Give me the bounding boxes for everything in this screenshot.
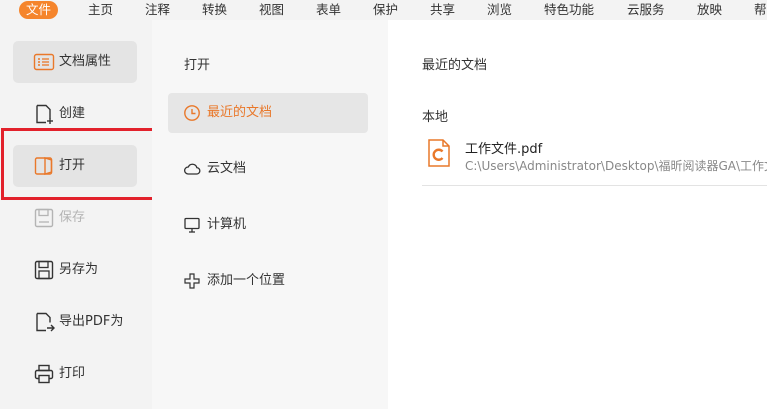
nav-document-properties[interactable]: 文档属性 [13, 41, 137, 83]
cloud-icon [184, 163, 201, 175]
highlight-annotation-box [1, 128, 163, 200]
menu-home[interactable]: 主页 [88, 0, 113, 20]
menu-bar: 文件 主页 注释 转换 视图 表单 保护 共享 浏览 特色功能 云服务 放映 帮 [0, 0, 767, 20]
save-as-icon [34, 260, 54, 280]
nav-export-pdf[interactable]: 导出PDF为 [13, 301, 137, 343]
document-properties-icon [33, 53, 55, 71]
menu-help[interactable]: 帮 [754, 0, 767, 20]
location-recent[interactable]: 最近的文档 [168, 93, 368, 133]
recent-documents-panel: 最近的文档 本地 工作文件.pdf C:\Users\Administrator… [388, 20, 767, 409]
location-computer[interactable]: 计算机 [168, 205, 368, 245]
content-title: 最近的文档 [422, 58, 488, 73]
printer-icon [34, 364, 54, 384]
create-document-icon [36, 104, 53, 124]
plus-icon [184, 273, 200, 289]
file-path: C:\Users\Administrator\Desktop\福昕阅读器GA\工… [465, 159, 767, 173]
location-add[interactable]: 添加一个位置 [168, 261, 368, 301]
pdf-file-icon [428, 139, 450, 167]
panel-title: 打开 [184, 58, 211, 73]
export-pdf-icon [36, 312, 55, 332]
menu-slideshow[interactable]: 放映 [697, 0, 722, 20]
nav-print[interactable]: 打印 [13, 353, 137, 395]
menu-view[interactable]: 视图 [259, 0, 284, 20]
nav-label: 文档属性 [59, 54, 112, 69]
menu-protect[interactable]: 保护 [373, 0, 398, 20]
nav-label: 打印 [59, 366, 86, 381]
location-label: 最近的文档 [207, 105, 273, 120]
monitor-icon [184, 217, 200, 233]
location-label: 云文档 [207, 161, 247, 176]
section-label-local: 本地 [422, 110, 449, 125]
menu-convert[interactable]: 转换 [202, 0, 227, 20]
save-icon [34, 208, 54, 228]
menu-browse[interactable]: 浏览 [487, 0, 512, 20]
location-label: 添加一个位置 [207, 273, 286, 288]
file-menu-sidebar: 文档属性 创建 打开 保存 另存为 导出PDF为 打印 [0, 20, 152, 409]
location-cloud[interactable]: 云文档 [168, 149, 368, 189]
recent-file-row[interactable]: 工作文件.pdf C:\Users\Administrator\Desktop\… [422, 130, 767, 186]
file-name: 工作文件.pdf [465, 142, 543, 157]
nav-label: 导出PDF为 [59, 314, 124, 329]
clock-icon [184, 105, 200, 121]
location-label: 计算机 [207, 217, 247, 232]
menu-features[interactable]: 特色功能 [544, 0, 594, 20]
open-location-panel: 打开 最近的文档 云文档 计算机 添加一个位置 [152, 20, 388, 409]
nav-save-as[interactable]: 另存为 [13, 249, 137, 291]
menu-form[interactable]: 表单 [316, 0, 341, 20]
menu-file[interactable]: 文件 [19, 1, 59, 19]
menu-annotate[interactable]: 注释 [145, 0, 170, 20]
menu-share[interactable]: 共享 [430, 0, 455, 20]
nav-save[interactable]: 保存 [13, 197, 137, 239]
nav-label: 保存 [59, 210, 86, 225]
nav-label: 另存为 [59, 262, 99, 277]
menu-cloud-service[interactable]: 云服务 [627, 0, 665, 20]
